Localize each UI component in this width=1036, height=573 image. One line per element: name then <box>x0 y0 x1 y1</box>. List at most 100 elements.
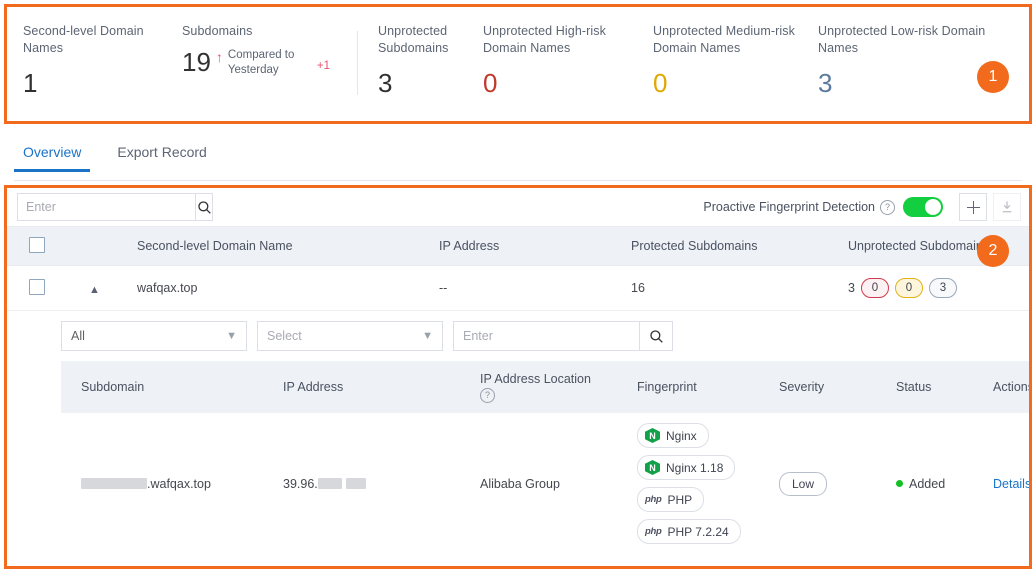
fingerprint-label: PHP 7.2.24 <box>668 525 729 539</box>
subdomain-search-box <box>453 321 673 351</box>
expand-header <box>88 227 136 266</box>
search-button[interactable] <box>195 194 212 220</box>
tab-overview[interactable]: Overview <box>14 140 90 171</box>
severity-badge: Low <box>779 472 827 496</box>
search-icon <box>649 329 664 344</box>
second-level-domain-table: Second-level Domain Name IP Address Prot… <box>7 226 1029 311</box>
php-icon: php <box>645 526 662 537</box>
table-row[interactable]: .wafqax.top 39.96. Alibaba Group N Nginx <box>61 413 1029 554</box>
cell-protected-subdomains: 16 <box>630 266 847 311</box>
cell-ip-location: Alibaba Group <box>474 413 631 554</box>
domain-search-box <box>17 193 213 221</box>
redacted-ip-octet-3 <box>318 478 342 489</box>
low-risk-pill[interactable]: 3 <box>929 278 957 298</box>
cell-ip-address: 39.96. <box>277 413 474 554</box>
filter-select-all[interactable]: All ▼ <box>61 321 247 351</box>
search-input[interactable] <box>18 194 195 220</box>
download-icon <box>1000 200 1014 214</box>
subdomain-search-input[interactable] <box>454 322 639 350</box>
medium-risk-pill[interactable]: 0 <box>895 278 923 298</box>
details-link[interactable]: Details <box>993 477 1029 491</box>
fingerprint-tag[interactable]: N Nginx <box>637 423 709 448</box>
row-checkbox[interactable] <box>29 279 45 295</box>
stat-delta: +1 <box>317 60 330 72</box>
subdomain-filter-bar: All ▼ Select ▼ <box>61 321 1029 361</box>
chevron-up-icon[interactable]: ▲ <box>89 284 100 296</box>
row-select-cell <box>7 266 88 311</box>
stat-label: Unprotected High-risk Domain Names <box>483 23 653 57</box>
fingerprint-tag[interactable]: N Nginx 1.18 <box>637 455 735 480</box>
help-icon[interactable]: ? <box>480 388 495 403</box>
annotation-badge-2: 2 <box>977 235 1009 267</box>
cell-fingerprint: N Nginx N Nginx 1.18 php PHP <box>631 413 773 554</box>
php-icon: php <box>645 494 662 505</box>
cell-ip-address: -- <box>438 266 630 311</box>
fingerprint-label: Nginx <box>666 429 697 443</box>
stat-value: 1 <box>23 68 182 98</box>
plus-icon <box>967 201 980 214</box>
column-header-severity: Severity <box>773 361 890 413</box>
toolbar-right-group: Proactive Fingerprint Detection ? <box>703 193 1021 221</box>
toggle-knob <box>925 199 941 215</box>
column-header-protected-subdomains: Protected Subdomains <box>630 227 847 266</box>
column-header-fingerprint: Fingerprint <box>631 361 773 413</box>
stat-label: Unprotected Low-risk Domain Names <box>818 23 1003 57</box>
stat-value: 3 <box>378 68 483 98</box>
domain-list-panel: Proactive Fingerprint Detection ? <box>7 188 1029 566</box>
filter-select-secondary-value: Select <box>267 329 302 343</box>
table-header-row: Second-level Domain Name IP Address Prot… <box>7 227 1029 266</box>
chevron-down-icon: ▼ <box>422 330 433 342</box>
download-button[interactable] <box>993 193 1021 221</box>
help-icon[interactable]: ? <box>880 200 895 215</box>
stat-value: 3 <box>818 68 1003 98</box>
subdomain-search-button[interactable] <box>639 322 672 350</box>
cell-domain-name: wafqax.top <box>136 266 438 311</box>
stat-label: Subdomains <box>182 23 357 40</box>
column-header-ip-location: IP Address Location ? <box>474 361 631 413</box>
filter-select-secondary[interactable]: Select ▼ <box>257 321 443 351</box>
column-header-domain-name: Second-level Domain Name <box>136 227 438 266</box>
fingerprint-tag[interactable]: php PHP <box>637 487 704 512</box>
column-header-ip-address: IP Address <box>277 361 474 413</box>
search-icon <box>197 200 212 215</box>
ip-location-label: IP Address Location <box>480 371 625 387</box>
tab-bar: Overview Export Record <box>14 140 1022 181</box>
filter-select-all-value: All <box>71 329 85 343</box>
subdomain-suffix: .wafqax.top <box>147 477 211 491</box>
fingerprint-label: Nginx 1.18 <box>666 461 723 475</box>
arrow-up-icon: ↑ <box>216 50 223 65</box>
select-all-header <box>7 227 88 266</box>
status-badge: Added <box>896 477 945 491</box>
column-header-actions: Actions <box>987 361 1029 413</box>
fingerprint-tag[interactable]: php PHP 7.2.24 <box>637 519 741 544</box>
select-all-checkbox[interactable] <box>29 237 45 253</box>
cell-severity: Low <box>773 413 890 554</box>
annotation-badge-1: 1 <box>977 61 1009 93</box>
cell-unprotected-subdomains: 3 0 0 3 <box>847 266 1029 311</box>
tab-export-record[interactable]: Export Record <box>108 140 215 171</box>
fingerprint-label: PHP <box>668 493 693 507</box>
subdomain-table-header: Subdomain IP Address IP Address Location… <box>61 361 1029 413</box>
redacted-subdomain-prefix <box>81 478 147 489</box>
chevron-down-icon: ▼ <box>226 330 237 342</box>
stat-value: 0 <box>483 68 653 98</box>
stat-second-level-domain-names: Second-level Domain Names 1 <box>7 7 182 121</box>
subdomain-header-row: Subdomain IP Address IP Address Location… <box>61 361 1029 413</box>
add-button[interactable] <box>959 193 987 221</box>
table-header: Second-level Domain Name IP Address Prot… <box>7 227 1029 266</box>
stat-unprotected-subdomains: Unprotected Subdomains 3 <box>358 7 483 121</box>
high-risk-pill[interactable]: 0 <box>861 278 889 298</box>
subdomain-table: Subdomain IP Address IP Address Location… <box>61 361 1029 554</box>
column-header-ip-address: IP Address <box>438 227 630 266</box>
stat-label: Unprotected Medium-risk Domain Names <box>653 23 818 57</box>
table-row[interactable]: ▲ wafqax.top -- 16 3 0 0 3 <box>7 266 1029 311</box>
fingerprint-detection-toggle[interactable] <box>903 197 943 217</box>
stat-subdomains: Subdomains 19 ↑ Compared to Yesterday +1 <box>182 7 357 121</box>
stat-trend-label: Compared to Yesterday <box>228 48 306 78</box>
stat-trend-group: 19 ↑ Compared to Yesterday +1 <box>182 47 357 78</box>
cell-actions: Details <box>987 413 1029 554</box>
stat-value: 19 <box>182 47 211 77</box>
stat-unprotected-high-risk: Unprotected High-risk Domain Names 0 <box>483 7 653 121</box>
status-dot-icon <box>896 480 903 487</box>
stat-label: Second-level Domain Names <box>23 23 182 57</box>
